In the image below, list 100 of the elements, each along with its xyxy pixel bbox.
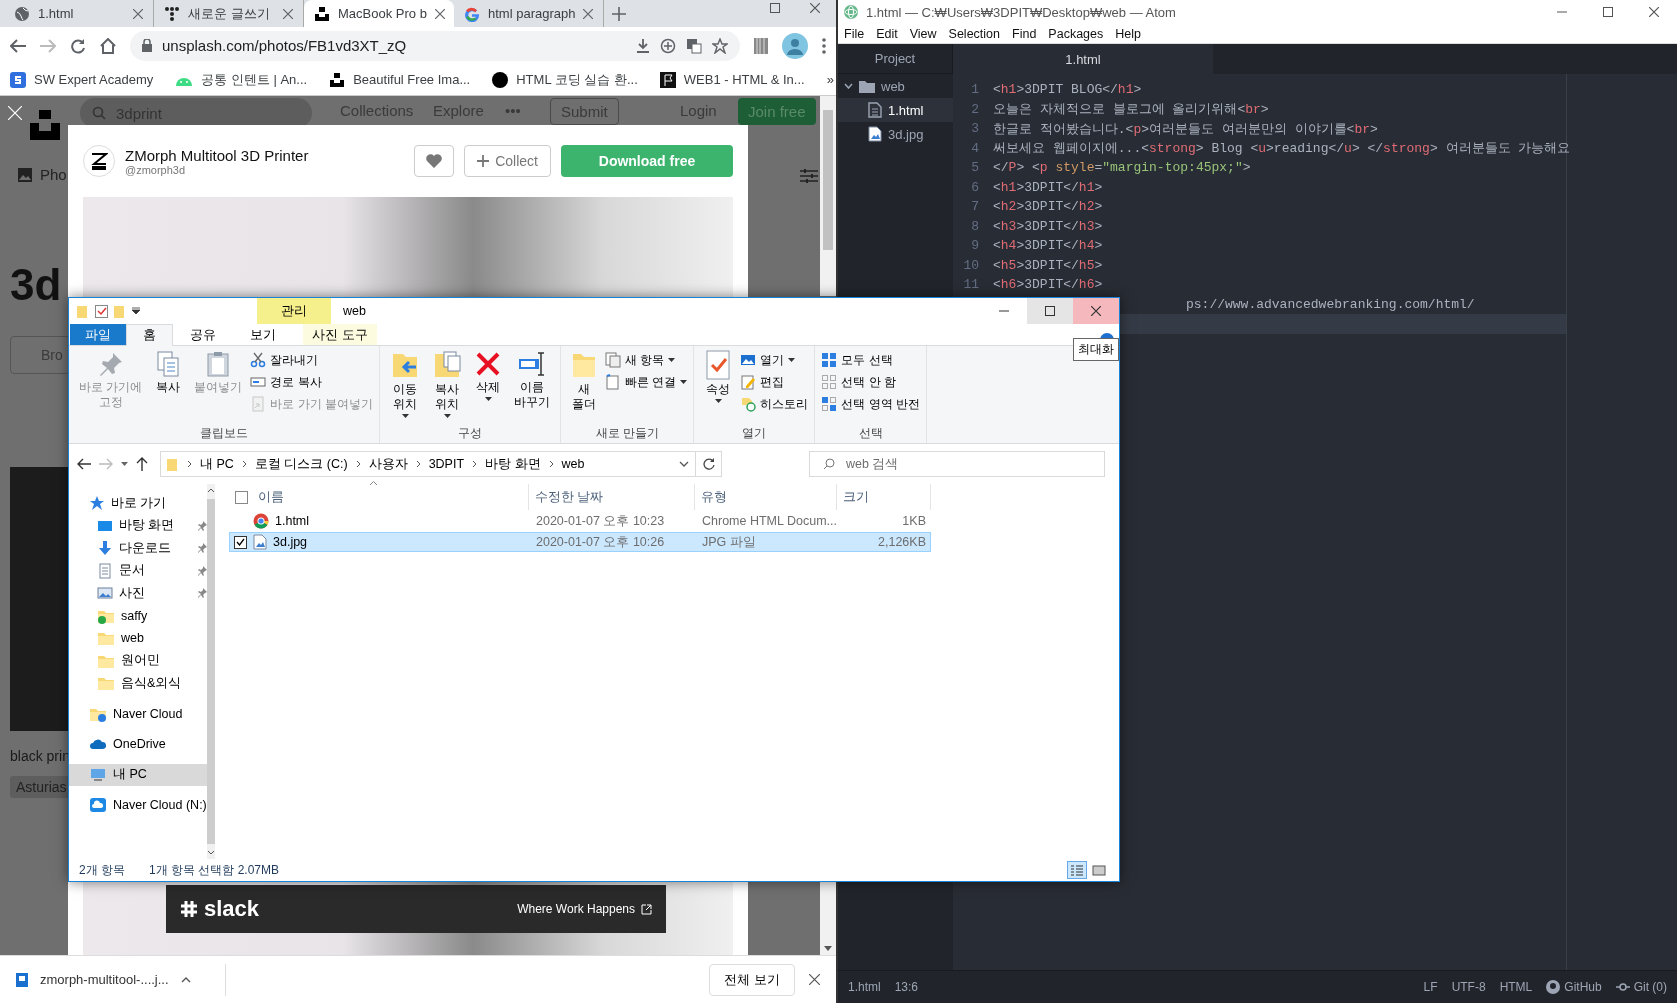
ribbon-tab[interactable]: 사진 도구 xyxy=(303,324,377,345)
menu-item[interactable]: Find xyxy=(1006,24,1043,43)
nav-item[interactable]: 바로 가기 xyxy=(69,492,207,515)
status-item[interactable]: Git (0) xyxy=(1615,980,1667,994)
up-arrow-icon[interactable] xyxy=(136,457,148,471)
ribbon-button[interactable]: 선택 영역 반전 xyxy=(821,394,921,414)
nav-item[interactable]: 음식&외식 xyxy=(69,672,207,695)
ribbon-button[interactable]: 빠른 연결 xyxy=(605,372,688,392)
author-username[interactable]: @zmorph3d xyxy=(125,163,405,176)
bookmark[interactable]: Beautiful Free Ima... xyxy=(329,71,471,88)
nav-item[interactable]: 문서 xyxy=(69,559,207,582)
nav-item[interactable]: 바탕 화면 xyxy=(69,514,207,537)
scrollbar[interactable] xyxy=(820,96,836,296)
reload-icon[interactable] xyxy=(70,37,86,54)
chevron-icon[interactable] xyxy=(844,83,853,89)
ribbon-button[interactable]: 모두 선택 xyxy=(821,350,921,370)
avatar-icon[interactable] xyxy=(782,32,808,59)
extension-icon[interactable] xyxy=(754,37,768,54)
folder-node[interactable]: web xyxy=(838,74,953,98)
column-header[interactable]: 크기 xyxy=(837,484,931,510)
ribbon-button[interactable]: 새 항목 xyxy=(605,350,688,370)
search-field[interactable]: web 검색 xyxy=(809,451,1105,477)
status-item[interactable]: HTML xyxy=(1499,980,1533,994)
home-icon[interactable] xyxy=(100,37,116,54)
status-item[interactable]: GitHub xyxy=(1546,980,1602,994)
ribbon-button[interactable]: 히스토리 xyxy=(740,394,809,414)
status-item[interactable]: UTF-8 xyxy=(1451,980,1486,994)
nav-item[interactable]: 사진 xyxy=(69,582,207,605)
translate-icon[interactable] xyxy=(686,37,702,54)
ad-link[interactable]: Where Work Happens xyxy=(517,902,652,916)
maximize-icon[interactable] xyxy=(1045,306,1055,316)
menu-item[interactable]: Packages xyxy=(1042,24,1110,43)
ribbon-button[interactable]: 새 폴더 xyxy=(567,350,601,425)
breadcrumb-item[interactable]: 바탕 화면 xyxy=(485,455,541,473)
scrollbar[interactable] xyxy=(206,484,215,859)
tree-node[interactable]: 3d.jpg xyxy=(838,122,953,146)
ribbon-button[interactable]: 편집 xyxy=(740,372,809,392)
ribbon-button[interactable]: 잘라내기 xyxy=(250,350,373,370)
tree-node[interactable]: 1.html xyxy=(838,98,953,122)
bookmark[interactable]: HTML 코딩 실습 환... xyxy=(492,70,638,89)
dropdown-icon[interactable] xyxy=(132,307,140,315)
ribbon-tab[interactable]: 공유 xyxy=(173,324,233,345)
ribbon-button[interactable]: 경로 복사 xyxy=(250,372,373,392)
status-item[interactable]: LF xyxy=(1423,980,1438,994)
browser-tab[interactable]: 1.html xyxy=(4,0,154,27)
close-icon[interactable] xyxy=(809,974,820,985)
address-bar[interactable]: 내 PC 로컬 디스크 (C:) 사용자 3DPIT 바탕 화면 web xyxy=(160,451,696,477)
close-icon[interactable] xyxy=(583,8,594,19)
scrollbar-track[interactable] xyxy=(820,882,836,955)
address-bar[interactable]: unsplash.com/photos/FB1vd3XT_zQ xyxy=(130,30,740,61)
menu-item[interactable]: File xyxy=(838,24,871,43)
file-row[interactable]: 1.html 2020-01-07 오후 10:23 Chrome HTML Docum... 1KB xyxy=(229,511,931,531)
breadcrumb-item[interactable]: web xyxy=(561,457,585,471)
back-arrow-icon[interactable] xyxy=(10,38,26,53)
view-button[interactable] xyxy=(1067,861,1087,879)
bookmark[interactable]: WEB1 - HTML & In... xyxy=(659,71,805,88)
checkbox[interactable] xyxy=(234,535,247,549)
column-header[interactable]: 이름 xyxy=(229,484,529,510)
maximize-icon[interactable] xyxy=(770,3,780,13)
ribbon-button[interactable]: 선택 안 함 xyxy=(821,372,921,392)
column-header[interactable]: 수정한 날짜 xyxy=(529,484,695,510)
breadcrumb-item[interactable]: 사용자 xyxy=(368,455,408,473)
menu-item[interactable]: Edit xyxy=(870,24,904,43)
filter-icon[interactable] xyxy=(800,168,818,184)
close-icon[interactable] xyxy=(810,3,820,13)
ribbon-button[interactable]: 삭제 xyxy=(470,350,506,425)
browser-tab[interactable]: html paragraph xyxy=(454,0,604,27)
ribbon-button[interactable]: 속성 xyxy=(700,350,737,425)
menu-item[interactable]: View xyxy=(903,24,943,43)
ribbon-button[interactable]: 이동 위치 xyxy=(386,350,424,425)
menu-item[interactable]: Selection xyxy=(942,24,1006,43)
browser-tab[interactable]: MacBook Pro b xyxy=(304,0,454,27)
file-row[interactable]: 3d.jpg 2020-01-07 오후 10:26 JPG 파일 2,126KB xyxy=(229,532,931,552)
nav-item[interactable]: 다운로드 xyxy=(69,537,207,560)
star-outline-icon[interactable] xyxy=(712,37,728,54)
close-icon[interactable] xyxy=(283,8,293,19)
like-button[interactable] xyxy=(414,145,455,177)
bookmark[interactable]: 공통 인텐트 | An... xyxy=(175,70,308,89)
unsplash-logo-icon[interactable] xyxy=(30,110,60,140)
cursor-position[interactable]: 13:6 xyxy=(894,980,919,994)
download-item[interactable]: zmorph-multitool-....j... xyxy=(16,963,226,996)
download-icon[interactable] xyxy=(636,38,650,53)
checkbox[interactable] xyxy=(235,490,248,504)
scroll-down-arrow-icon[interactable] xyxy=(824,946,832,951)
menu-dots-icon[interactable] xyxy=(822,37,826,54)
close-icon[interactable] xyxy=(434,8,445,19)
nav-item[interactable]: 내 PC xyxy=(69,763,207,786)
nav-item[interactable]: 원어민 xyxy=(69,649,207,672)
ribbon-button[interactable]: 복사 위치 xyxy=(428,350,466,425)
nav-item[interactable]: OneDrive xyxy=(69,733,207,756)
plus-icon[interactable] xyxy=(612,7,626,21)
ribbon-tab[interactable]: 홈 xyxy=(126,324,173,346)
ribbon-button[interactable]: 열기 xyxy=(740,350,809,370)
close-icon[interactable] xyxy=(133,8,143,19)
nav-item[interactable]: web xyxy=(69,627,207,650)
nav-item[interactable]: Naver Cloud xyxy=(69,702,207,725)
status-file[interactable]: 1.html xyxy=(848,980,881,994)
ad-banner[interactable]: slack Where Work Happens xyxy=(166,885,666,933)
column-header[interactable]: 유형 xyxy=(695,484,837,510)
ribbon-button[interactable]: 이름 바꾸기 xyxy=(510,350,554,425)
